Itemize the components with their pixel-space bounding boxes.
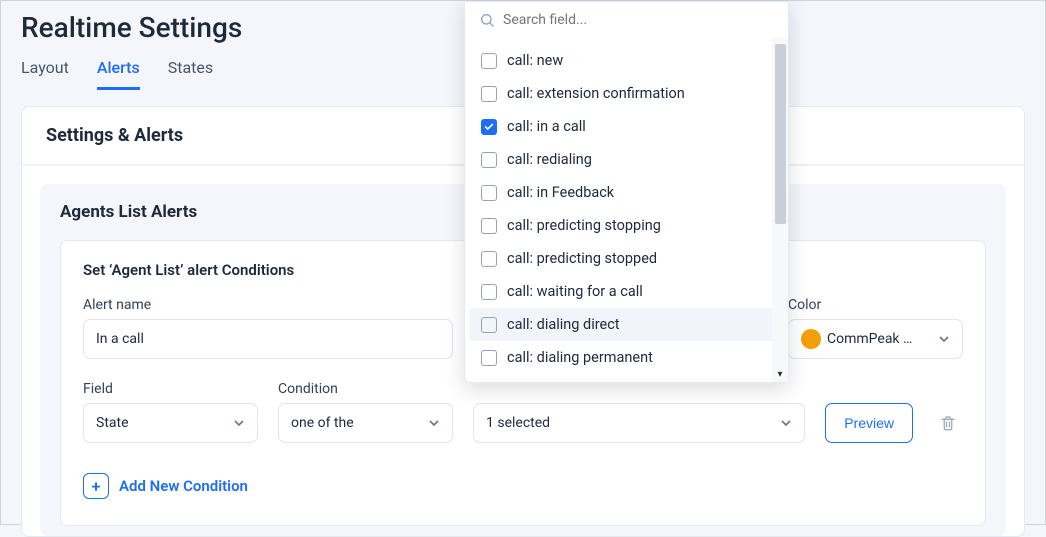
dropdown-option-label: call: in Feedback — [507, 184, 614, 201]
dropdown-option[interactable]: call: predicting stopped — [469, 242, 784, 275]
dropdown-option[interactable]: call: dialing permanent — [469, 341, 784, 374]
field-options-dropdown: ▾ call: newcall: extension confirmationc… — [464, 1, 789, 383]
dropdown-options-list: call: new call: extension confirmation cal… — [465, 38, 788, 382]
checkbox-icon — [481, 284, 497, 300]
plus-icon: + — [83, 473, 109, 499]
dropdown-option[interactable]: call: redialing — [469, 143, 784, 176]
condition-select-value: one of the — [291, 415, 354, 431]
checkbox-icon — [481, 152, 497, 168]
value-select-value: 1 selected — [486, 415, 550, 431]
checkbox-icon — [481, 86, 497, 102]
field-select[interactable]: State — [83, 403, 258, 443]
dropdown-option[interactable]: call: new — [469, 44, 784, 77]
checkbox-icon — [481, 251, 497, 267]
alert-name-input-wrapper — [83, 319, 453, 359]
preview-button[interactable]: Preview — [825, 403, 913, 443]
dropdown-option-label: call: in a call — [507, 118, 586, 135]
add-condition-label: Add New Condition — [119, 477, 248, 495]
dropdown-option-label: call: predicting stopping — [507, 217, 661, 234]
delete-button[interactable] — [933, 403, 963, 443]
field-select-value: State — [96, 415, 129, 431]
preview-label-blank — [825, 381, 913, 397]
condition-select[interactable]: one of the — [278, 403, 453, 443]
dropdown-option[interactable]: call: predicting stopping — [469, 209, 784, 242]
trash-icon — [939, 414, 957, 432]
chevron-down-icon — [428, 417, 440, 429]
color-select-value: CommPeak … — [827, 331, 912, 347]
dropdown-option-label: call: dialing direct — [507, 316, 620, 333]
scroll-down-arrow-icon[interactable]: ▾ — [772, 366, 788, 382]
dropdown-option[interactable]: call: in Feedback — [469, 176, 784, 209]
tab-alerts[interactable]: Alerts — [97, 52, 140, 90]
alert-name-input[interactable] — [96, 331, 440, 347]
dropdown-option-label: call: new — [507, 52, 563, 69]
dropdown-option-label: call: predicting stopped — [507, 250, 657, 267]
condition-label: Condition — [278, 381, 453, 397]
dropdown-option-label: call: extension confirmation — [507, 85, 685, 102]
scrollbar-thumb[interactable] — [775, 44, 786, 224]
chevron-down-icon — [938, 333, 950, 345]
dropdown-option[interactable]: call: dialing direct — [469, 308, 784, 341]
checkbox-icon — [481, 218, 497, 234]
field-label: Field — [83, 381, 258, 397]
value-select[interactable]: 1 selected — [473, 403, 805, 443]
scrollbar-track[interactable]: ▾ — [772, 38, 788, 382]
dropdown-option[interactable]: call: in a call — [469, 110, 784, 143]
dropdown-option[interactable]: call: extension confirmation — [469, 77, 784, 110]
checkbox-icon — [481, 53, 497, 69]
dropdown-option[interactable]: call: waiting for a call — [469, 275, 784, 308]
dropdown-search-row — [465, 2, 788, 38]
alert-name-label: Alert name — [83, 297, 453, 313]
trash-label-blank — [933, 381, 963, 397]
color-label: Color — [788, 297, 963, 313]
add-condition-button[interactable]: + Add New Condition — [83, 473, 963, 499]
value-label-blank — [473, 381, 805, 397]
dropdown-option-label: call: redialing — [507, 151, 592, 168]
chevron-down-icon — [780, 417, 792, 429]
chevron-down-icon — [233, 417, 245, 429]
tab-states[interactable]: States — [168, 52, 213, 90]
dropdown-option-label: call: dialing permanent — [507, 349, 653, 366]
dropdown-search-input[interactable] — [503, 12, 774, 28]
checkbox-icon — [481, 185, 497, 201]
color-select[interactable]: CommPeak … — [788, 319, 963, 359]
checkbox-icon — [481, 350, 497, 366]
color-swatch-icon — [801, 329, 821, 349]
checkbox-icon — [481, 317, 497, 333]
tab-layout[interactable]: Layout — [21, 52, 69, 90]
search-icon — [479, 12, 495, 28]
dropdown-option-label: call: waiting for a call — [507, 283, 643, 300]
checkbox-icon — [481, 119, 497, 135]
